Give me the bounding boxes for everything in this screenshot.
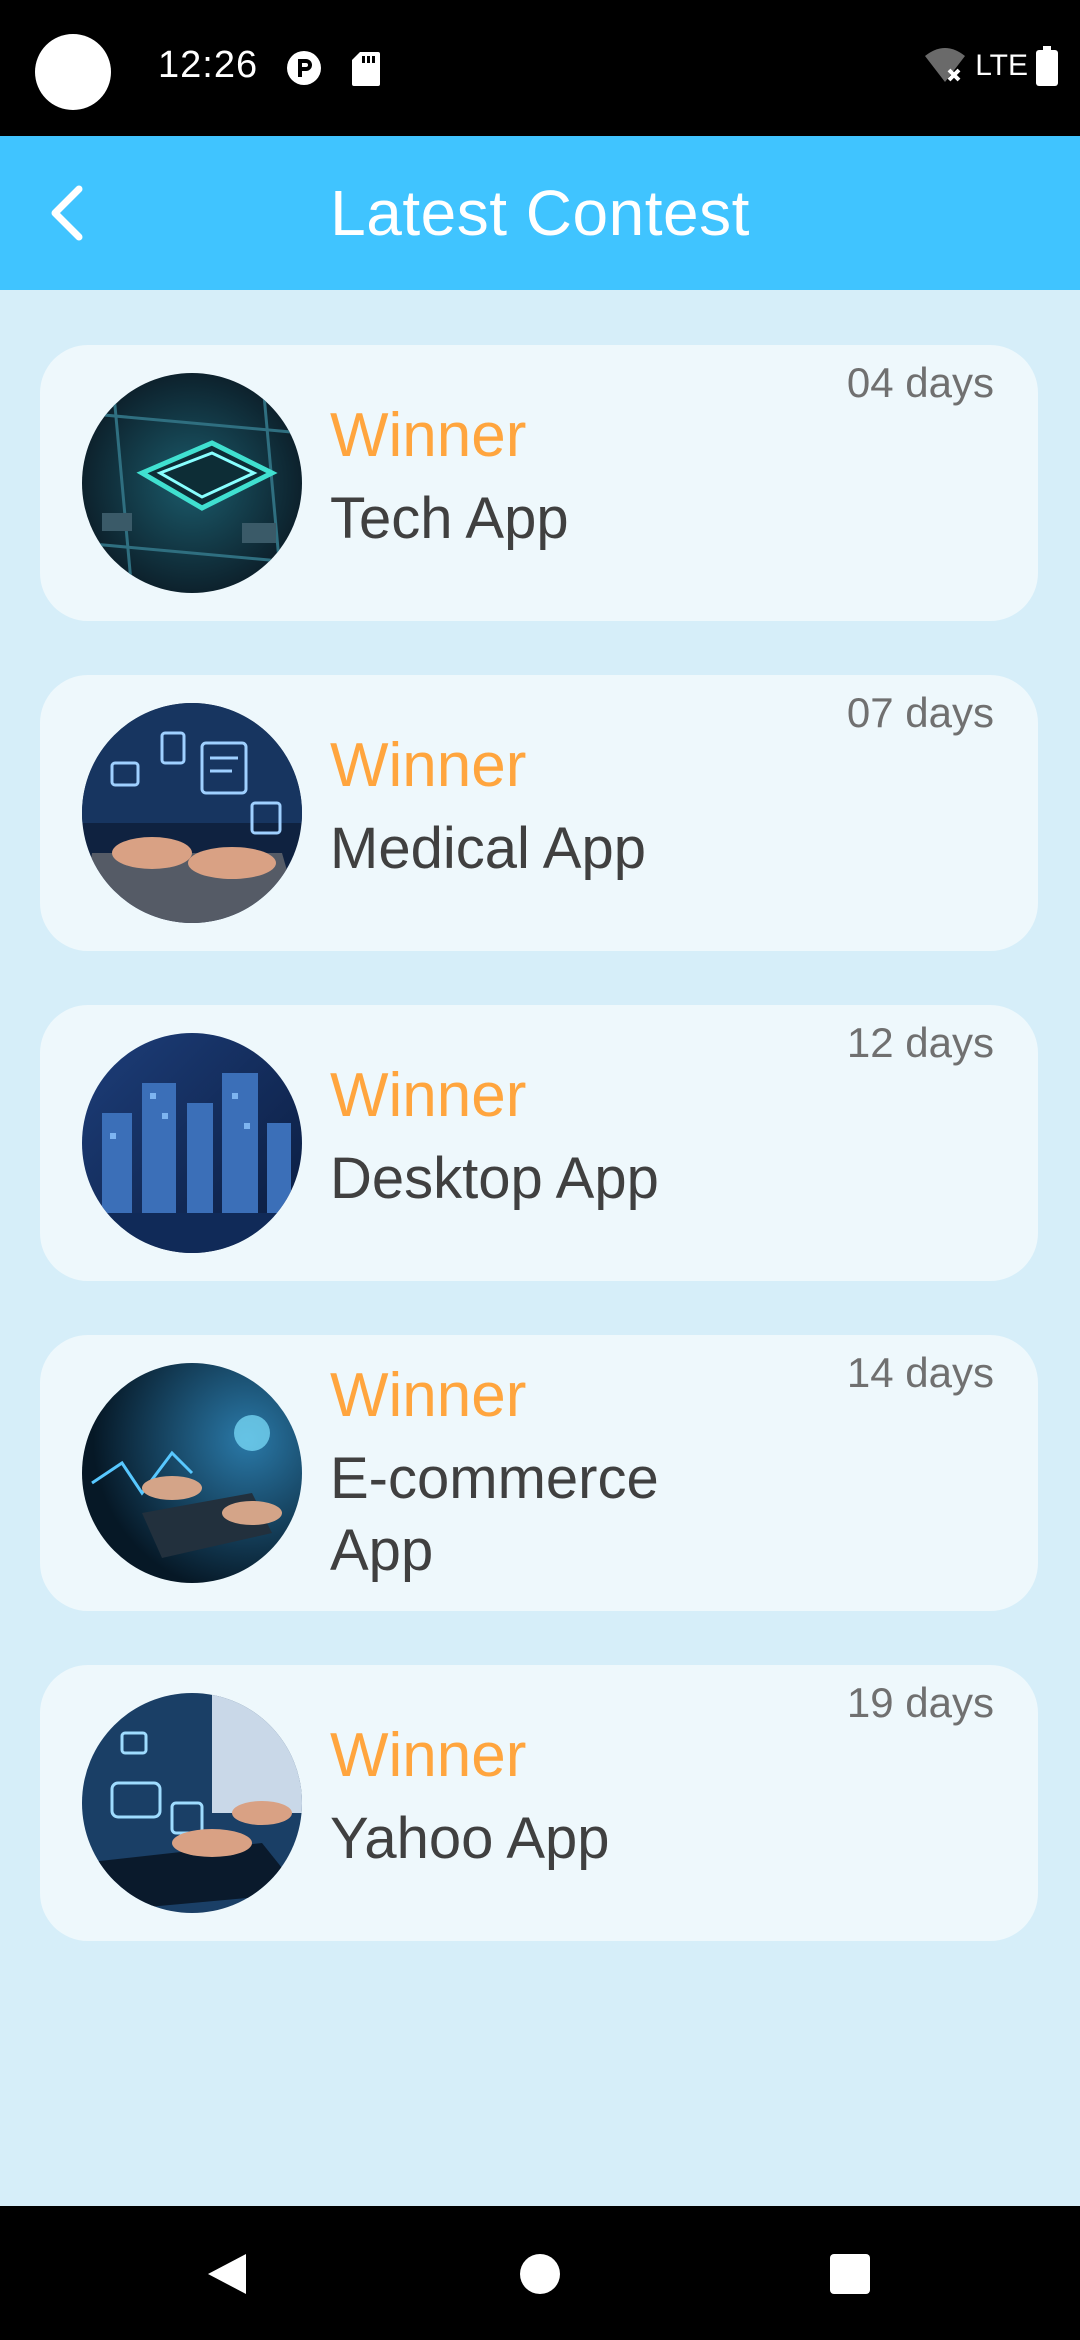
hands-tablet-image [82,1363,302,1583]
contest-name: Desktop App [330,1146,659,1211]
contest-text: Winner Yahoo App [330,1717,750,1875]
contest-card[interactable]: Winner Desktop App 12 days [40,1005,1038,1281]
contest-text: Winner Medical App [330,727,750,885]
status-time: 12:26 [158,44,259,86]
contest-thumbnail [82,703,302,923]
camera-cutout [35,34,111,110]
contest-winner-label: Winner [330,731,527,800]
contest-thumbnail [82,1693,302,1913]
contest-name: Yahoo App [330,1806,610,1871]
contest-text: Winner Tech App [330,397,750,555]
contest-days: 12 days [846,1019,994,1066]
contest-thumbnail [82,1363,302,1583]
contest-text: Winner Desktop App [330,1057,750,1215]
status-bar: 12:26 LTE [0,0,1080,136]
nav-home-button[interactable] [500,2234,580,2314]
contest-thumbnail [82,1033,302,1253]
contest-text: Winner E-commerce App [330,1357,750,1587]
erp-laptop-image [82,1693,302,1913]
laptop-ui-image [82,703,302,923]
contest-thumbnail [82,373,302,593]
p-icon [287,51,321,85]
navigation-bar [0,2206,1080,2340]
circuit-chip-image [82,373,302,593]
contest-card[interactable]: Winner Tech App 04 days [40,345,1038,621]
battery-icon [1036,46,1058,86]
contest-card[interactable]: Winner Yahoo App 19 days [40,1665,1038,1941]
contest-days: 14 days [846,1349,994,1396]
contest-list: Winner Tech App 04 days Winner Medical A… [40,345,1038,1995]
contest-card[interactable]: Winner Medical App 07 days [40,675,1038,951]
contest-days: 04 days [846,359,994,406]
contest-card[interactable]: Winner E-commerce App 14 days [40,1335,1038,1611]
wifi-off-icon [925,48,966,82]
contest-winner-label: Winner [330,401,527,470]
nav-back-button[interactable] [186,2234,266,2314]
contest-winner-label: Winner [330,1721,527,1790]
content-area: Winner Tech App 04 days Winner Medical A… [0,290,1080,2206]
contest-name: Tech App [330,486,569,551]
contest-days: 19 days [846,1679,994,1726]
app-bar: Latest Contest [0,136,1080,290]
digital-city-image [82,1033,302,1253]
nav-recents-icon [830,2254,870,2294]
contest-winner-label: Winner [330,1061,527,1130]
network-label: LTE [975,49,1028,82]
nav-home-icon [520,2254,560,2294]
contest-name: E-commerce App [330,1446,659,1583]
page-title: Latest Contest [330,177,750,249]
nav-back-icon [208,2254,246,2294]
contest-winner-label: Winner [330,1361,527,1430]
status-right-group: LTE [923,44,1058,88]
device-screen: 12:26 LTE Latest Contest Winner Tech App… [0,0,1080,2340]
sd-card-icon [352,52,380,86]
nav-recents-button[interactable] [810,2234,890,2314]
contest-days: 07 days [846,689,994,736]
contest-name: Medical App [330,816,646,881]
